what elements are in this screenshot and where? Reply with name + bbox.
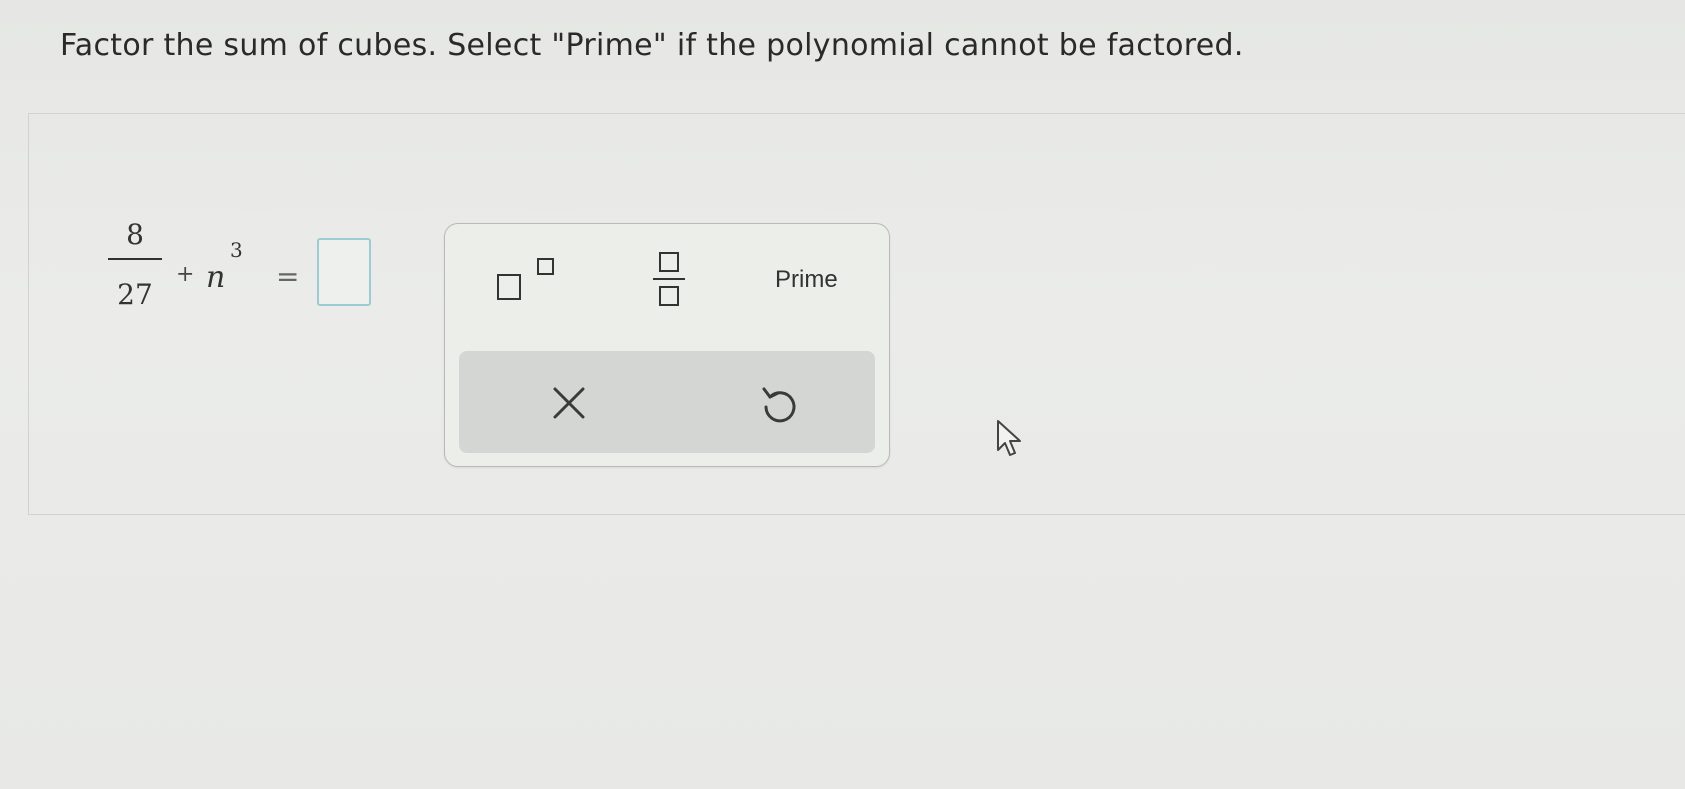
question-instruction: Factor the sum of cubes. Select "Prime" …: [60, 28, 1244, 63]
undo-button[interactable]: [749, 375, 809, 435]
fraction-denominator: 27: [117, 278, 153, 311]
variable-n: n: [206, 260, 226, 295]
fraction-template-denominator-icon: [659, 286, 679, 306]
fraction-numerator: 8: [126, 218, 144, 251]
prime-button[interactable]: Prime: [775, 266, 838, 294]
math-palette: Prime: [444, 223, 890, 467]
action-bar: [459, 351, 875, 453]
fraction-template-bar: [653, 278, 685, 280]
exponent: 3: [230, 238, 243, 262]
answer-input[interactable]: [317, 238, 371, 306]
exponent-template-icon: [497, 274, 521, 300]
fraction-template-icon: [659, 252, 679, 272]
clear-button[interactable]: [539, 373, 599, 433]
plus-sign: +: [176, 262, 195, 287]
clear-x-icon: [553, 387, 585, 419]
undo-icon: [762, 387, 796, 423]
fraction-template-button[interactable]: [645, 244, 695, 314]
fraction-bar: [108, 258, 162, 260]
mouse-cursor-icon: [997, 420, 1021, 456]
exponent-template-superscript-icon: [537, 258, 554, 275]
exponent-template-button[interactable]: [497, 248, 567, 308]
equals-sign: =: [276, 260, 300, 293]
